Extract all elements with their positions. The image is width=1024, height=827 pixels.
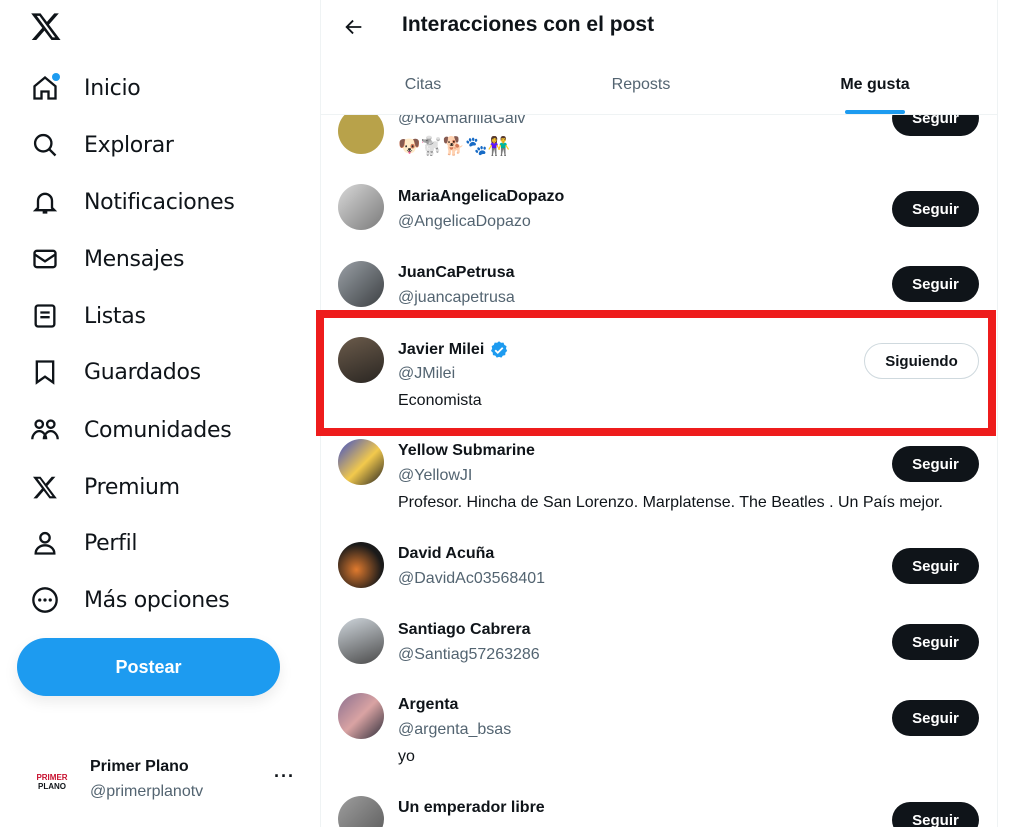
avatar[interactable] bbox=[338, 693, 384, 739]
follow-button[interactable]: Seguir bbox=[892, 624, 979, 660]
avatar[interactable] bbox=[338, 261, 384, 307]
user-name: JuanCaPetrusa bbox=[398, 264, 515, 281]
user-name: Javier Milei bbox=[398, 340, 509, 360]
x-logo-icon bbox=[30, 472, 60, 502]
avatar[interactable] bbox=[338, 337, 384, 383]
sidebar-item-comunidades[interactable]: Comunidades bbox=[30, 410, 232, 450]
sidebar-item-label: Premium bbox=[84, 474, 180, 500]
user-bio: Economista bbox=[398, 392, 482, 409]
avatar-logo-text: PLANO bbox=[38, 782, 66, 791]
tab-me-gusta[interactable]: Me gusta bbox=[773, 62, 977, 114]
list-icon bbox=[30, 301, 60, 331]
account-handle: @primerplanotv bbox=[90, 783, 204, 800]
mail-icon bbox=[30, 244, 60, 274]
follow-button[interactable]: Seguir bbox=[892, 446, 979, 482]
user-bio: yo bbox=[398, 748, 415, 765]
verified-badge-icon bbox=[491, 341, 508, 358]
list-item[interactable]: MariaAngelicaDopazo @AngelicaDopazo Segu… bbox=[321, 172, 997, 248]
user-handle: @argenta_bsas bbox=[398, 721, 512, 738]
list-item[interactable]: Yellow Submarine @YellowJI Profesor. Hin… bbox=[321, 432, 997, 532]
more-icon[interactable]: ··· bbox=[274, 766, 295, 787]
sidebar-item-explorar[interactable]: Explorar bbox=[30, 125, 174, 165]
user-handle: @Santiag57263286 bbox=[398, 646, 540, 663]
communities-icon bbox=[30, 415, 60, 445]
avatar[interactable] bbox=[338, 618, 384, 664]
follow-button[interactable]: Seguir bbox=[892, 191, 979, 227]
tab-citas[interactable]: Citas bbox=[321, 62, 525, 114]
likes-list[interactable]: @RoAmarillaGalv 🐶🐩🐕🐾👫 Seguir MariaAngeli… bbox=[321, 0, 997, 827]
tab-reposts[interactable]: Reposts bbox=[539, 62, 743, 114]
user-handle: @YellowJI bbox=[398, 467, 473, 484]
account-name: Primer Plano bbox=[90, 758, 189, 775]
sidebar-item-label: Listas bbox=[84, 303, 146, 329]
following-button[interactable]: Siguiendo bbox=[864, 343, 979, 379]
sidebar-item-label: Perfil bbox=[84, 530, 138, 556]
tab-label: Me gusta bbox=[840, 76, 910, 93]
user-name: David Acuña bbox=[398, 545, 495, 562]
user-handle: @AngelicaDopazo bbox=[398, 213, 531, 230]
back-arrow-icon[interactable] bbox=[337, 10, 371, 44]
sidebar-item-premium[interactable]: Premium bbox=[30, 467, 180, 507]
avatar-logo-text: PRIMER bbox=[36, 773, 68, 782]
avatar[interactable] bbox=[338, 184, 384, 230]
user-handle: @juancapetrusa bbox=[398, 289, 515, 306]
user-handle: @DavidAc03568401 bbox=[398, 570, 546, 587]
tab-label: Citas bbox=[404, 76, 442, 93]
sidebar-item-mensajes[interactable]: Mensajes bbox=[30, 239, 184, 279]
sidebar-item-guardados[interactable]: Guardados bbox=[30, 352, 201, 392]
follow-button[interactable]: Seguir bbox=[892, 548, 979, 584]
page-title: Interacciones con el post bbox=[402, 13, 655, 36]
sidebar-item-inicio[interactable]: Inicio bbox=[30, 68, 141, 108]
list-item[interactable]: Un emperador libre Seguir bbox=[321, 790, 997, 827]
sidebar: Inicio Explorar Notificaciones Mensajes … bbox=[0, 0, 320, 827]
list-item[interactable]: David Acuña @DavidAc03568401 Seguir bbox=[321, 536, 997, 612]
user-bio: Profesor. Hincha de San Lorenzo. Marplat… bbox=[398, 494, 943, 511]
person-icon bbox=[30, 528, 60, 558]
avatar[interactable] bbox=[338, 439, 384, 485]
sidebar-item-perfil[interactable]: Perfil bbox=[30, 523, 138, 563]
avatar: PRIMER PLANO bbox=[30, 760, 74, 804]
sidebar-item-label: Explorar bbox=[84, 132, 174, 158]
list-item[interactable]: JuanCaPetrusa @juancapetrusa Seguir bbox=[321, 248, 997, 318]
user-bio: 🐶🐩🐕🐾👫 bbox=[398, 136, 511, 156]
avatar[interactable] bbox=[338, 542, 384, 588]
sidebar-item-label: Comunidades bbox=[84, 417, 232, 443]
list-item[interactable]: Argenta @argenta_bsas yo Seguir bbox=[321, 688, 997, 788]
sidebar-item-listas[interactable]: Listas bbox=[30, 296, 146, 336]
sidebar-item-label: Inicio bbox=[84, 75, 141, 101]
tab-label: Reposts bbox=[611, 76, 671, 93]
user-name: Argenta bbox=[398, 696, 459, 713]
sidebar-item-label: Más opciones bbox=[84, 587, 230, 613]
tab-active-indicator bbox=[845, 110, 905, 114]
user-name: Yellow Submarine bbox=[398, 442, 535, 459]
user-name: Un emperador libre bbox=[398, 799, 545, 816]
user-name: MariaAngelicaDopazo bbox=[398, 188, 565, 205]
page-header: Interacciones con el post Citas Reposts … bbox=[321, 0, 997, 115]
sidebar-item-label: Notificaciones bbox=[84, 189, 235, 215]
sidebar-item-label: Mensajes bbox=[84, 246, 185, 272]
avatar[interactable] bbox=[338, 796, 384, 827]
sidebar-item-mas-opciones[interactable]: Más opciones bbox=[30, 580, 230, 620]
account-switcher[interactable]: PRIMER PLANO Primer Plano @primerplanotv… bbox=[30, 748, 300, 808]
follow-button[interactable]: Seguir bbox=[892, 700, 979, 736]
list-item[interactable]: Javier Milei @JMilei Economista Siguiend… bbox=[321, 324, 997, 432]
user-name-text: Javier Milei bbox=[398, 341, 485, 358]
notification-dot bbox=[52, 73, 60, 81]
search-icon bbox=[30, 130, 60, 160]
more-circle-icon bbox=[30, 585, 60, 615]
follow-button[interactable]: Seguir bbox=[892, 266, 979, 302]
user-name: Santiago Cabrera bbox=[398, 621, 531, 638]
main-column: @RoAmarillaGalv 🐶🐩🐕🐾👫 Seguir MariaAngeli… bbox=[320, 0, 998, 827]
post-button[interactable]: Postear bbox=[17, 638, 280, 696]
follow-button[interactable]: Seguir bbox=[892, 802, 979, 827]
sidebar-item-label: Guardados bbox=[84, 359, 201, 385]
home-icon bbox=[30, 73, 60, 103]
sidebar-item-notificaciones[interactable]: Notificaciones bbox=[30, 182, 235, 222]
x-logo-icon[interactable] bbox=[30, 10, 62, 42]
list-item[interactable]: Santiago Cabrera @Santiag57263286 Seguir bbox=[321, 612, 997, 688]
bell-icon bbox=[30, 187, 60, 217]
user-handle: @JMilei bbox=[398, 365, 456, 382]
bookmark-icon bbox=[30, 357, 60, 387]
